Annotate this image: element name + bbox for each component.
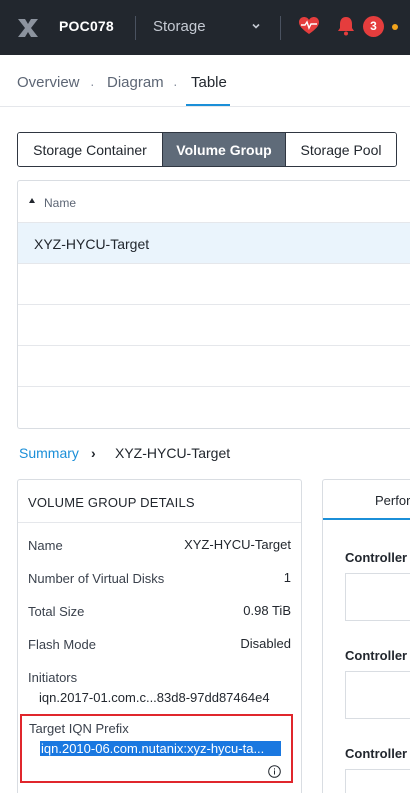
detail-key-virtual-disks: Number of Virtual Disks (28, 571, 165, 586)
tab-performance[interactable]: Perfor (323, 480, 410, 520)
tab-table[interactable]: Table (191, 74, 227, 91)
controller-metric-label: Controller (345, 648, 408, 663)
detail-key-name: Name (28, 538, 63, 553)
tab-performance-label[interactable]: Perfor (375, 493, 410, 508)
notification-count-badge[interactable]: 3 (363, 16, 384, 37)
volume-group-table: Name XYZ-HYCU-Target (17, 180, 410, 429)
health-heart-icon[interactable] (298, 15, 320, 37)
detail-value-total-size: 0.98 TiB (243, 603, 291, 618)
cluster-name[interactable]: POC078 (59, 18, 114, 34)
detail-value-target-iqn[interactable]: iqn.2010-06.com.nutanix:xyz-hycu-ta... (40, 741, 281, 756)
detail-key-target-iqn: Target IQN Prefix (29, 721, 129, 736)
subnav-separator: · (90, 76, 95, 92)
card-title: VOLUME GROUP DETAILS (28, 495, 195, 510)
topbar-divider (135, 16, 136, 40)
breadcrumb-summary-link[interactable]: Summary (19, 445, 79, 461)
chevron-down-icon[interactable] (250, 20, 262, 32)
detail-key-total-size: Total Size (28, 604, 85, 619)
nutanix-logo-icon[interactable] (16, 16, 40, 40)
controller-metric-label: Controller (345, 746, 408, 761)
bell-icon[interactable] (337, 16, 355, 36)
column-header-name[interactable]: Name (44, 196, 76, 210)
table-header[interactable]: Name (18, 181, 410, 223)
detail-key-flash-mode: Flash Mode (28, 637, 96, 652)
storage-pool-button[interactable]: Storage Pool (286, 133, 396, 166)
breadcrumb-current: XYZ-HYCU-Target (115, 445, 231, 461)
detail-key-initiators: Initiators (28, 670, 78, 685)
detail-value-name: XYZ-HYCU-Target (184, 537, 291, 552)
warning-dot-icon[interactable] (392, 24, 398, 30)
tab-overview[interactable]: Overview (17, 74, 80, 91)
controller-metric-chart (345, 573, 410, 621)
entity-type-switcher: Storage Container Volume Group Storage P… (17, 132, 397, 167)
storage-container-button[interactable]: Storage Container (18, 133, 163, 166)
tab-diagram[interactable]: Diagram (107, 74, 164, 91)
detail-value-initiators[interactable]: iqn.2017-01.com.c...83d8-97dd87464e4 (39, 690, 270, 705)
controller-metric-label: Controller (345, 550, 408, 565)
section-selector[interactable]: Storage (153, 18, 206, 35)
info-icon[interactable] (268, 765, 281, 778)
empty-table-row (18, 346, 410, 387)
detail-value-virtual-disks: 1 (283, 570, 291, 585)
controller-metric-chart (345, 671, 410, 719)
card-divider (18, 522, 301, 523)
empty-table-row (18, 305, 410, 346)
controller-metric-chart (345, 769, 410, 793)
row-name[interactable]: XYZ-HYCU-Target (34, 236, 149, 252)
empty-table-row (18, 264, 410, 305)
subnav-separator: · (173, 76, 178, 92)
top-bar: POC078 Storage 3 (0, 0, 410, 55)
active-tab-underline (186, 104, 230, 106)
breadcrumb-separator: › (91, 445, 96, 461)
volume-group-button[interactable]: Volume Group (163, 133, 286, 166)
performance-card: Perfor Controller Controller Controller (322, 479, 410, 793)
detail-value-flash-mode: Disabled (240, 636, 291, 651)
table-row[interactable]: XYZ-HYCU-Target (18, 223, 410, 264)
topbar-divider (280, 16, 281, 40)
sort-ascending-icon[interactable] (29, 198, 35, 203)
sub-navigation: Overview · Diagram · Table (0, 55, 410, 107)
